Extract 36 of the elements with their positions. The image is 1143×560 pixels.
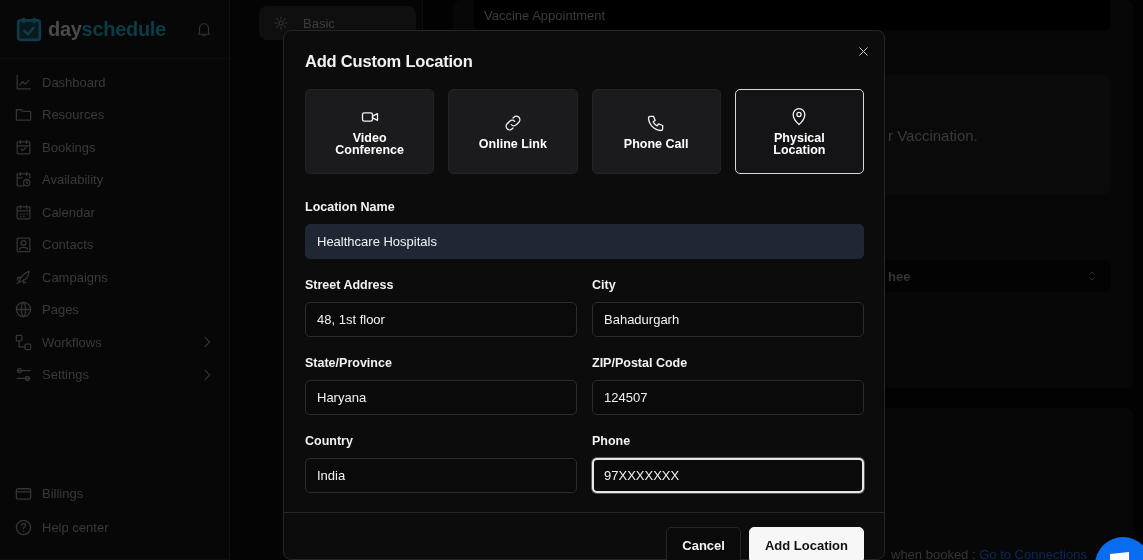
field-label: ZIP/Postal Code (592, 356, 689, 370)
calendar-check-logo-icon (16, 16, 42, 42)
text-field[interactable]: Haryana (305, 380, 577, 415)
location-type-option[interactable]: Online Link (448, 89, 578, 174)
text-field[interactable]: Bahadurgarh (592, 302, 864, 337)
close-icon (856, 44, 871, 59)
field-label: Country (305, 434, 354, 448)
field-label: Street Address (305, 278, 395, 292)
field-label: Location Name (305, 200, 396, 214)
add-location-button[interactable]: Add Location (748, 527, 864, 560)
calendar-check-icon (14, 137, 33, 157)
field-label: Phone (592, 434, 632, 448)
field-label: State/Province (305, 356, 393, 370)
link-icon (502, 113, 523, 133)
help-icon (14, 518, 33, 538)
text-field[interactable]: 124507 (592, 380, 864, 415)
text-field[interactable]: 97XXXXXXX (592, 458, 864, 493)
connections-link[interactable]: Go to Connections (979, 547, 1087, 560)
globe-icon (14, 300, 33, 320)
location-type-option[interactable]: Phone Call (591, 89, 721, 174)
text-field[interactable]: India (305, 458, 577, 493)
workflow-icon (14, 332, 33, 352)
chart-icon (14, 72, 33, 92)
calendar-icon (14, 202, 33, 222)
cancel-button[interactable]: Cancel (666, 527, 741, 560)
title-field[interactable]: Vaccine Appointment (473, 0, 1111, 30)
location-type-option[interactable]: Video Conference (305, 89, 435, 174)
close-button[interactable] (856, 44, 871, 59)
bell-icon (195, 20, 213, 38)
app-logo-text[interactable]: dayschedule (48, 17, 166, 41)
contact-card-icon (14, 235, 33, 255)
text-field[interactable]: 48, 1st floor (305, 302, 577, 337)
location-name-field[interactable]: Healthcare Hospitals (305, 224, 864, 259)
field-label: City (592, 278, 617, 292)
location-type-option[interactable]: Physical Location (734, 89, 864, 174)
dialog-title: Add Custom Location (305, 52, 474, 71)
